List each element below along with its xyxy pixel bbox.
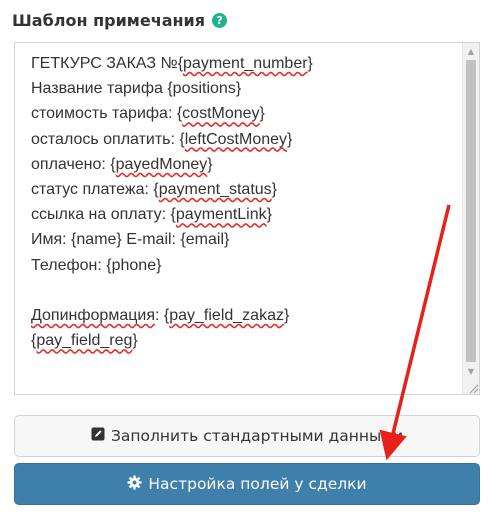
template-line: ссылка на оплату: {paymentLink} [31, 206, 272, 224]
resize-grip-icon[interactable] [462, 378, 479, 394]
question-circle-icon[interactable]: ? [212, 13, 228, 28]
misspelled-token: costMoney [182, 105, 260, 123]
template-line: Имя: {name} E-mail: {email} [31, 231, 230, 249]
template-line: Допинформация: {pay_field_zakaz} [31, 307, 290, 325]
edit-icon [91, 427, 105, 445]
misspelled-token: paymentLink [175, 206, 267, 224]
template-line: стоимость тарифа: {costMoney} [31, 105, 265, 123]
template-line: оплачено: {payedMoney} [31, 155, 213, 173]
template-line: {pay_field_reg} [31, 332, 138, 350]
field-label-row: Шаблон примечания ? [12, 11, 228, 30]
fill-default-label: Заполнить стандартными данными [110, 427, 404, 445]
scroll-up-icon[interactable]: ▲ [463, 43, 479, 60]
misspelled-token: Допинформация [31, 307, 155, 325]
deal-fields-settings-label: Настройка полей у сделки [148, 475, 367, 493]
note-template-text[interactable]: ГЕТКУРС ЗАКАЗ №{payment_number} Название … [31, 51, 449, 353]
template-line: статус платежа: {payment_status} [31, 181, 278, 199]
misspelled-token: payment_number [183, 55, 308, 72]
gear-icon [127, 474, 142, 494]
textarea-scrollbar[interactable]: ▲ ▼ [462, 43, 479, 394]
template-line: ГЕТКУРС ЗАКАЗ №{payment_number} [31, 55, 313, 72]
misspelled-token: payment_status [158, 181, 272, 199]
template-line: Название тарифа {positions} [31, 80, 242, 98]
misspelled-token: payedMoney [115, 155, 208, 173]
misspelled-token: pay_field_zakaz [169, 307, 284, 325]
note-template-textarea[interactable]: ГЕТКУРС ЗАКАЗ №{payment_number} Название … [14, 42, 480, 395]
field-label: Шаблон примечания [12, 11, 206, 30]
template-line: осталось оплатить: {leftCostMoney} [31, 130, 293, 148]
template-line [31, 278, 449, 303]
scroll-thumb[interactable] [466, 60, 476, 362]
misspelled-token: leftCostMoney [184, 130, 288, 148]
template-line: Телефон: {phone} [31, 256, 162, 274]
fill-default-button[interactable]: Заполнить стандартными данными [14, 415, 480, 457]
deal-fields-settings-button[interactable]: Настройка полей у сделки [14, 463, 480, 505]
misspelled-token: pay_field_reg [36, 332, 133, 350]
